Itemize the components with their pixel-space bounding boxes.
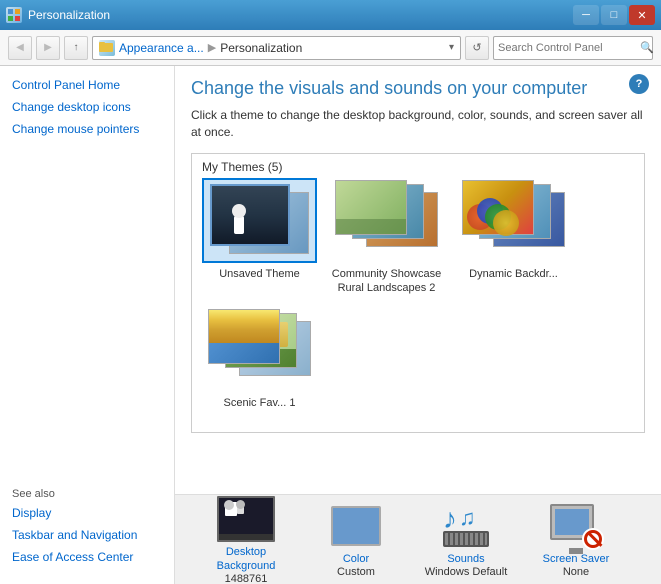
swatch-yellow: [493, 210, 519, 236]
search-input[interactable]: [498, 42, 640, 54]
sounds-sublabel: Windows Default: [425, 566, 508, 578]
desktop-background-icon: [217, 496, 275, 542]
desktop-background-label[interactable]: Desktop Background: [195, 546, 297, 572]
toolbar-item-screen-saver[interactable]: Screen Saver None: [521, 493, 631, 584]
page-title: Change the visuals and sounds on your co…: [191, 78, 645, 99]
preview-stack-dynamic: [458, 180, 569, 261]
theme-item-unsaved[interactable]: Unsaved Theme: [202, 178, 317, 296]
note2-icon: ♫: [459, 505, 476, 531]
astronaut-figure: [234, 216, 244, 234]
sidebar-item-display[interactable]: Display: [12, 506, 162, 520]
breadcrumb-current: Personalization: [220, 41, 302, 55]
breadcrumb-parent[interactable]: Appearance a...: [119, 41, 204, 55]
theme-preview-community[interactable]: [329, 178, 444, 263]
keyboard-icon: [443, 531, 489, 547]
sounds-icon-area: ♪ ♫: [436, 501, 496, 551]
search-bar: 🔍: [493, 36, 653, 60]
up-button[interactable]: ↑: [64, 36, 88, 60]
screen-saver-label[interactable]: Screen Saver: [543, 553, 610, 566]
theme-label-community: Community Showcase Rural Landscapes 2: [329, 267, 444, 296]
theme-preview-unsaved[interactable]: [202, 178, 317, 263]
sidebar-item-change-mouse-pointers[interactable]: Change mouse pointers: [12, 122, 162, 136]
window-title: Personalization: [28, 8, 110, 22]
main-wrapper: Control Panel Home Change desktop icons …: [0, 66, 661, 584]
minimize-button[interactable]: ─: [573, 5, 599, 25]
screen-saver-icon-area: [546, 501, 606, 551]
breadcrumb-folder-icon: [99, 40, 115, 56]
sounds-icon: ♪ ♫: [441, 505, 491, 547]
breadcrumb-separator: ▶: [208, 41, 216, 54]
sidebar-see-also: See also Display Taskbar and Navigation …: [0, 460, 174, 584]
theme-label-scenic: Scenic Fav... 1: [224, 396, 296, 410]
no-symbol: [582, 528, 604, 550]
community-ground: [336, 219, 406, 234]
themes-section-label: My Themes (5): [192, 154, 644, 178]
theme-label-unsaved: Unsaved Theme: [219, 267, 300, 281]
scenic-sunset: [209, 310, 279, 343]
preview-front-img: [210, 184, 290, 246]
sidebar-item-control-panel-home[interactable]: Control Panel Home: [12, 78, 162, 92]
desktop-background-icon-area: [216, 494, 276, 544]
forward-button[interactable]: ▶: [36, 36, 60, 60]
color-icon-area: [326, 501, 386, 551]
content-right: ? Change the visuals and sounds on your …: [175, 66, 661, 584]
maximize-button[interactable]: □: [601, 5, 627, 25]
themes-grid: Unsaved Theme: [192, 178, 644, 421]
navigation-bar: ◀ ▶ ↑ Appearance a... ▶ Personalization …: [0, 30, 661, 66]
toolbar-item-color[interactable]: Color Custom: [301, 493, 411, 584]
back-button[interactable]: ◀: [8, 36, 32, 60]
toolbar-item-sounds[interactable]: ♪ ♫ Sounds Windows Default: [411, 493, 521, 584]
theme-item-community[interactable]: Community Showcase Rural Landscapes 2: [329, 178, 444, 296]
window-controls: ─ □ ✕: [573, 5, 655, 25]
theme-preview-dynamic[interactable]: [456, 178, 571, 263]
preview-stack-scenic: [204, 309, 315, 390]
sidebar: Control Panel Home Change desktop icons …: [0, 66, 175, 584]
monitor-stand: [569, 548, 583, 554]
title-bar-left: Personalization: [6, 7, 110, 23]
bottom-toolbar: Desktop Background 1488761 Color Custom: [175, 494, 661, 584]
scenic-water: [209, 343, 279, 363]
sidebar-item-ease-of-access[interactable]: Ease of Access Center: [12, 550, 162, 564]
theme-preview-scenic[interactable]: [202, 307, 317, 392]
sidebar-nav-links: Control Panel Home Change desktop icons …: [0, 66, 174, 460]
color-icon: [331, 506, 381, 546]
astronaut-head: [232, 204, 246, 218]
theme-item-scenic[interactable]: Scenic Fav... 1: [202, 307, 317, 410]
refresh-button[interactable]: ↺: [465, 36, 489, 60]
desktop-background-sublabel: 1488761: [225, 573, 268, 584]
color-sublabel: Custom: [337, 566, 375, 578]
screen-saver-icon: [550, 504, 602, 548]
preview-stack-community: [331, 180, 442, 261]
sidebar-item-taskbar-navigation[interactable]: Taskbar and Navigation: [12, 528, 162, 542]
color-label[interactable]: Color: [343, 553, 369, 566]
content-scroll: ? Change the visuals and sounds on your …: [175, 66, 661, 494]
scenic-front-img: [208, 309, 280, 364]
sounds-label[interactable]: Sounds: [447, 553, 484, 566]
theme-item-dynamic[interactable]: Dynamic Backdr...: [456, 178, 571, 296]
title-bar: Personalization ─ □ ✕: [0, 0, 661, 30]
breadcrumb-dropdown-icon[interactable]: ▾: [449, 42, 454, 53]
help-button[interactable]: ?: [629, 74, 649, 94]
toolbar-item-desktop-background[interactable]: Desktop Background 1488761: [191, 486, 301, 584]
no-line: [588, 532, 603, 547]
sidebar-item-change-desktop-icons[interactable]: Change desktop icons: [12, 100, 162, 114]
screen-saver-sublabel: None: [563, 566, 589, 578]
theme-label-dynamic: Dynamic Backdr...: [469, 267, 558, 281]
breadcrumb: Appearance a... ▶ Personalization ▾: [92, 36, 461, 60]
search-icon[interactable]: 🔍: [640, 39, 654, 57]
preview-stack-unsaved: [204, 180, 315, 261]
no-circle: [584, 530, 602, 548]
close-button[interactable]: ✕: [629, 5, 655, 25]
page-subtitle: Click a theme to change the desktop back…: [191, 107, 645, 141]
dynamic-front-img: [462, 180, 534, 235]
see-also-label: See also: [12, 488, 162, 500]
app-icon: [6, 7, 22, 23]
community-front-img: [335, 180, 407, 235]
themes-container: My Themes (5): [191, 153, 645, 433]
content-wrapper: Control Panel Home Change desktop icons …: [0, 66, 661, 584]
